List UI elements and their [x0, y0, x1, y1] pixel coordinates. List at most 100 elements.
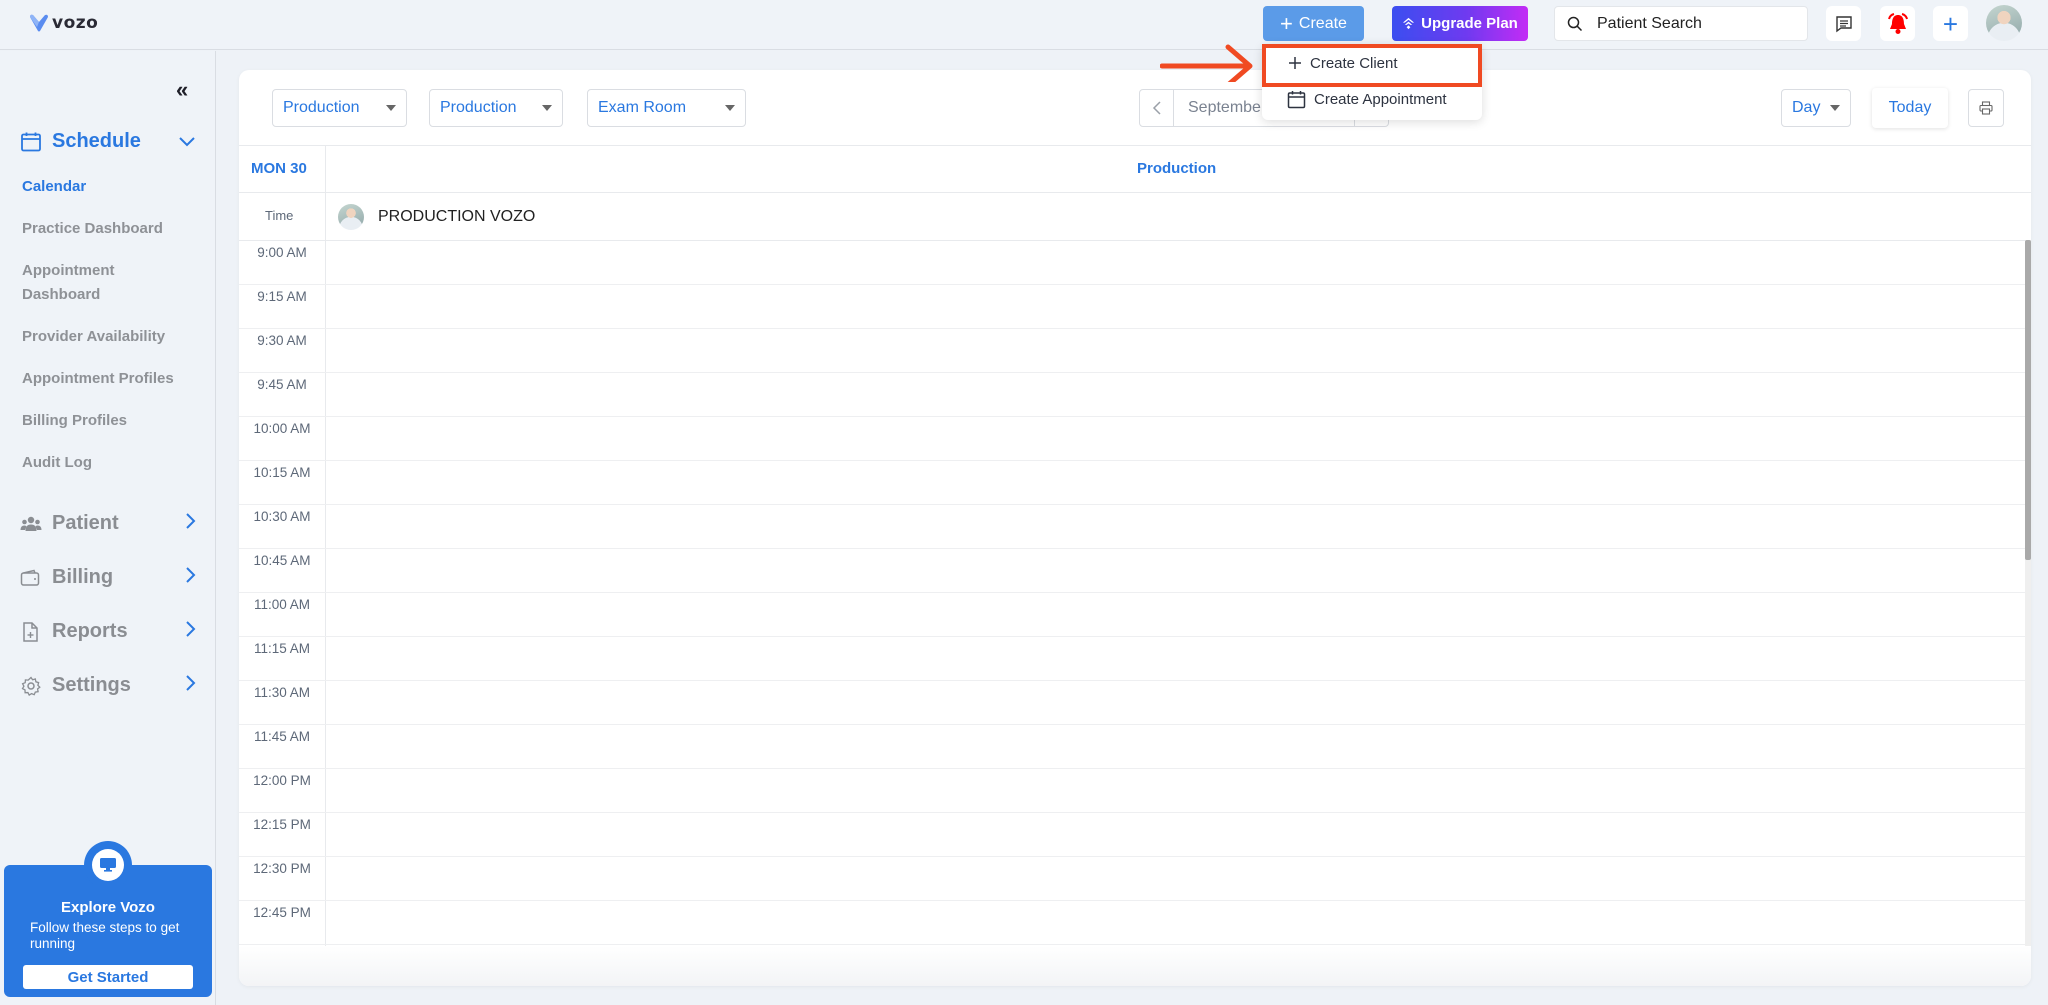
time-slot-cell[interactable] — [326, 857, 2026, 900]
chevron-right-icon — [184, 512, 196, 535]
time-slot-cell[interactable] — [326, 373, 2026, 416]
sidebar-item-audit-log[interactable]: Audit Log — [22, 451, 92, 475]
filter-select-room[interactable]: Exam Room — [587, 89, 746, 127]
time-slot-row: 11:15 AM — [239, 637, 2026, 681]
notifications-button[interactable] — [1880, 6, 1915, 41]
provider-header[interactable]: PRODUCTION VOZO — [338, 204, 535, 230]
sidebar-group-patient[interactable]: Patient — [20, 512, 196, 535]
time-slot-row: 10:15 AM — [239, 461, 2026, 505]
time-slot-cell[interactable] — [326, 901, 2026, 944]
day-header: MON 30 — [251, 160, 307, 177]
time-slot-cell[interactable] — [326, 285, 2026, 328]
collapse-sidebar-icon[interactable]: « — [176, 77, 188, 103]
time-slot-cell[interactable] — [326, 329, 2026, 372]
messages-button[interactable] — [1826, 6, 1861, 41]
sidebar-item-provider-availability[interactable]: Provider Availability — [22, 325, 165, 349]
chevron-right-icon — [184, 566, 196, 589]
time-slot-label: 12:00 PM — [253, 773, 311, 788]
search-icon — [1567, 16, 1583, 31]
top-bar: vozo + Create Upgrade Plan Patient Searc… — [0, 0, 2048, 50]
provider-avatar — [338, 204, 364, 230]
sidebar-item-billing-profiles[interactable]: Billing Profiles — [22, 409, 127, 433]
time-slot-cell[interactable] — [326, 769, 2026, 812]
get-started-button[interactable]: Get Started — [23, 965, 193, 989]
time-slot-cell[interactable] — [326, 549, 2026, 592]
upgrade-label: Upgrade Plan — [1421, 15, 1518, 32]
notification-bell-icon — [1887, 12, 1908, 34]
view-select[interactable]: Day — [1781, 89, 1851, 127]
time-slot-cell[interactable] — [326, 417, 2026, 460]
wallet-icon — [20, 569, 40, 586]
time-slot-cell[interactable] — [326, 637, 2026, 680]
sidebar-group-settings[interactable]: Settings — [20, 674, 196, 697]
print-button[interactable] — [1968, 89, 2004, 127]
time-slot-row: 11:45 AM — [239, 725, 2026, 769]
create-appointment-menu-item[interactable]: Create Appointment — [1262, 82, 1482, 116]
filter-select-1[interactable]: Production — [272, 89, 407, 127]
create-client-menu-item[interactable]: Create Client — [1262, 46, 1482, 80]
filter-select-2[interactable]: Production — [429, 89, 563, 127]
time-slot-label: 10:30 AM — [253, 509, 311, 524]
time-slot-cell[interactable] — [326, 461, 2026, 504]
create-button[interactable]: + Create — [1263, 6, 1364, 41]
plus-icon — [1289, 57, 1301, 69]
time-slot-label: 9:45 AM — [257, 377, 307, 392]
time-slot-cell[interactable] — [326, 813, 2026, 856]
time-slot-label: 9:00 AM — [257, 245, 307, 260]
create-label: Create — [1298, 14, 1347, 32]
sidebar-group-label: Schedule — [52, 130, 141, 152]
time-slot-cell[interactable] — [326, 241, 2026, 284]
sidebar-group-reports[interactable]: Reports — [20, 620, 196, 643]
time-slot-row: 12:00 PM — [239, 769, 2026, 813]
view-select-value: Day — [1792, 99, 1821, 116]
caret-down-icon — [386, 105, 396, 111]
time-slot-row: 9:00 AM — [239, 241, 2026, 285]
quick-add-button[interactable]: + — [1933, 6, 1968, 41]
upgrade-plan-button[interactable]: Upgrade Plan — [1392, 6, 1528, 41]
sidebar-group-billing[interactable]: Billing — [20, 566, 196, 589]
report-icon — [23, 621, 38, 642]
messages-icon — [1835, 15, 1852, 32]
chevron-left-icon — [1152, 101, 1161, 115]
sidebar-item-calendar[interactable]: Calendar — [22, 175, 86, 199]
gear-icon — [21, 676, 41, 696]
time-slot-row: 11:30 AM — [239, 681, 2026, 725]
vozo-logo[interactable]: vozo — [28, 12, 98, 34]
chevron-down-icon — [179, 136, 195, 146]
time-slot-cell[interactable] — [326, 505, 2026, 548]
time-slot-cell[interactable] — [326, 593, 2026, 636]
time-slot-label: 10:15 AM — [253, 465, 311, 480]
explore-vozo-card: Explore Vozo Follow these steps to get r… — [4, 841, 212, 997]
time-slot-row: 11:00 AM — [239, 593, 2026, 637]
filter-select-value: Exam Room — [598, 99, 687, 116]
user-avatar[interactable] — [1986, 5, 2022, 41]
explore-title: Explore Vozo — [61, 899, 155, 916]
sidebar-item-appointment-dashboard[interactable]: Appointment Dashboard — [22, 259, 142, 307]
sidebar-group-schedule[interactable]: Schedule — [20, 130, 196, 153]
scrollbar-thumb[interactable] — [2025, 240, 2031, 560]
sidebar: « Schedule Calendar Practice Dashboard A… — [0, 51, 216, 1005]
previous-date-button[interactable] — [1140, 90, 1174, 126]
sidebar-item-appointment-profiles[interactable]: Appointment Profiles — [22, 367, 174, 391]
time-slot-label: 10:45 AM — [253, 553, 311, 568]
time-slot-label: 9:15 AM — [257, 289, 307, 304]
logo-text: vozo — [52, 13, 99, 33]
sidebar-item-practice-dashboard[interactable]: Practice Dashboard — [22, 217, 163, 241]
monitor-icon — [100, 858, 116, 872]
provider-name: PRODUCTION VOZO — [378, 208, 536, 225]
time-header: Time — [265, 208, 294, 223]
explore-badge — [84, 841, 132, 889]
sidebar-group-label: Patient — [52, 512, 119, 534]
chevron-right-icon — [184, 620, 196, 643]
filter-select-value: Production — [440, 99, 517, 116]
quick-add-icon: + — [1942, 8, 1959, 39]
today-button[interactable]: Today — [1872, 88, 1948, 128]
patient-search-input[interactable] — [1597, 14, 1787, 33]
time-slot-cell[interactable] — [326, 681, 2026, 724]
time-slot-label: 12:45 PM — [253, 905, 311, 920]
date-label[interactable]: Septembe — [1174, 99, 1261, 117]
patient-search-field[interactable] — [1554, 6, 1808, 41]
time-slot-cell[interactable] — [326, 725, 2026, 768]
day-header-row: MON 30 Production — [239, 146, 2031, 193]
chevron-right-icon — [184, 674, 196, 697]
